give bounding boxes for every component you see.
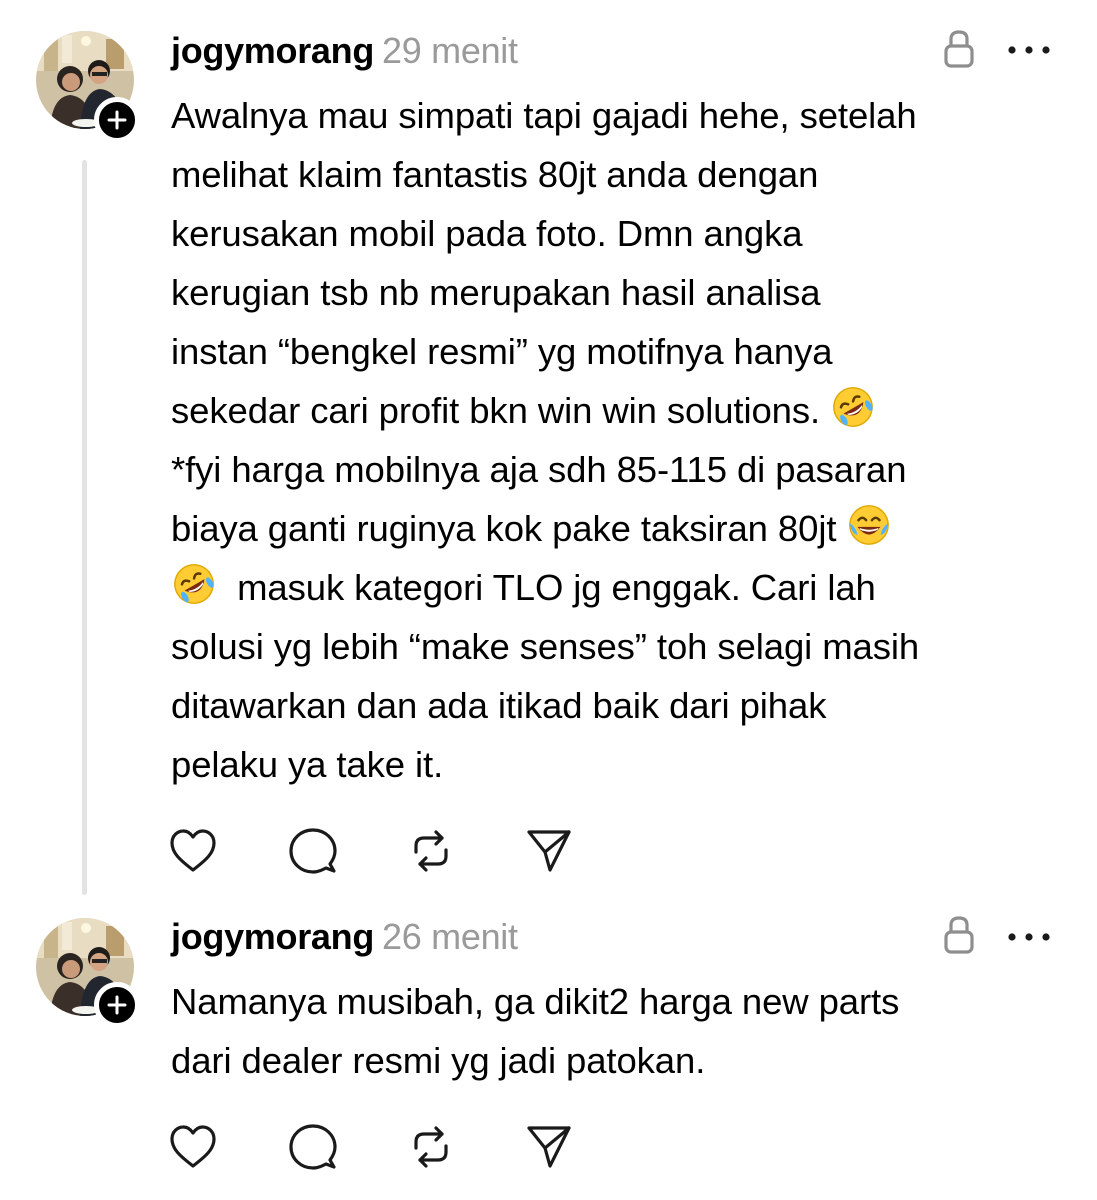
timestamp: 29 menit: [382, 30, 518, 71]
body-line-text: biaya ganti ruginya kok pake taksiran 80…: [171, 508, 837, 549]
lock-icon: [944, 30, 974, 68]
repost-button[interactable]: [406, 826, 456, 876]
heart-icon: [170, 1125, 216, 1168]
more-horizontal-icon[interactable]: [1004, 927, 1054, 947]
like-button[interactable]: [168, 1122, 218, 1172]
plus-icon: [107, 110, 127, 130]
face-with-tears-of-joy-emoji: [846, 502, 892, 548]
username[interactable]: jogymorang: [171, 916, 374, 957]
plus-icon: [107, 995, 127, 1015]
thread-post-1: jogymorang 29 menit Awalnya mau simpati t…: [0, 0, 1097, 895]
lock-icon: [944, 916, 974, 954]
comment-button[interactable]: [288, 826, 338, 876]
share-button[interactable]: [524, 826, 574, 876]
username[interactable]: jogymorang: [171, 30, 374, 71]
rolling-on-floor-laughing-emoji: [830, 384, 876, 430]
body-line-with-emoji: sekedar cari profit bkn win win solution…: [171, 381, 1071, 440]
like-button[interactable]: [168, 826, 218, 876]
body-line: Awalnya mau simpati tapi gajadi hehe, se…: [171, 95, 917, 136]
body-line-text: masuk kategori TLO jg enggak. Cari lah: [237, 567, 876, 608]
body-line: solusi yg lebih “make senses” toh selagi…: [171, 626, 920, 667]
body-line: melihat klaim fantastis 80jt anda dengan: [171, 154, 819, 195]
post-header: jogymorang 26 menit: [171, 916, 518, 958]
comment-button[interactable]: [288, 1122, 338, 1172]
body-line: pelaku ya take it.: [171, 744, 444, 785]
post-body: Namanya musibah, ga dikit2 harga new par…: [171, 972, 1071, 1090]
body-line-text: sekedar cari profit bkn win win solution…: [171, 390, 821, 431]
more-horizontal-icon[interactable]: [1004, 40, 1054, 60]
timestamp: 26 menit: [382, 916, 518, 957]
body-line: kerugian tsb nb merupakan hasil analisa: [171, 272, 821, 313]
rolling-on-floor-laughing-emoji: [171, 561, 217, 607]
body-line: kerusakan mobil pada foto. Dmn angka: [171, 213, 803, 254]
follow-button[interactable]: [94, 982, 140, 1028]
repost-icon: [414, 830, 448, 872]
body-line-with-emoji: biaya ganti ruginya kok pake taksiran 80…: [171, 499, 1071, 558]
repost-button[interactable]: [406, 1122, 456, 1172]
body-line: *fyi harga mobilnya aja sdh 85-115 di pa…: [171, 449, 907, 490]
body-line: dari dealer resmi yg jadi patokan.: [171, 1040, 706, 1081]
follow-button[interactable]: [94, 97, 140, 143]
thread-post-2: jogymorang 26 menit Namanya musibah, ga d…: [0, 890, 1097, 1200]
comment-icon: [289, 828, 337, 874]
thread-line: [82, 160, 87, 895]
share-icon: [527, 1126, 571, 1168]
body-line: Namanya musibah, ga dikit2 harga new par…: [171, 981, 900, 1022]
heart-icon: [170, 829, 216, 872]
comment-icon: [289, 1124, 337, 1170]
repost-icon: [414, 1126, 448, 1168]
body-line: instan “bengkel resmi” yg motifnya hanya: [171, 331, 833, 372]
share-icon: [527, 830, 571, 872]
post-body: Awalnya mau simpati tapi gajadi hehe, se…: [171, 86, 1071, 794]
body-line-with-emoji: masuk kategori TLO jg enggak. Cari lah: [171, 558, 1071, 617]
share-button[interactable]: [524, 1122, 574, 1172]
body-line: ditawarkan dan ada itikad baik dari piha…: [171, 685, 827, 726]
post-header: jogymorang 29 menit: [171, 30, 518, 72]
